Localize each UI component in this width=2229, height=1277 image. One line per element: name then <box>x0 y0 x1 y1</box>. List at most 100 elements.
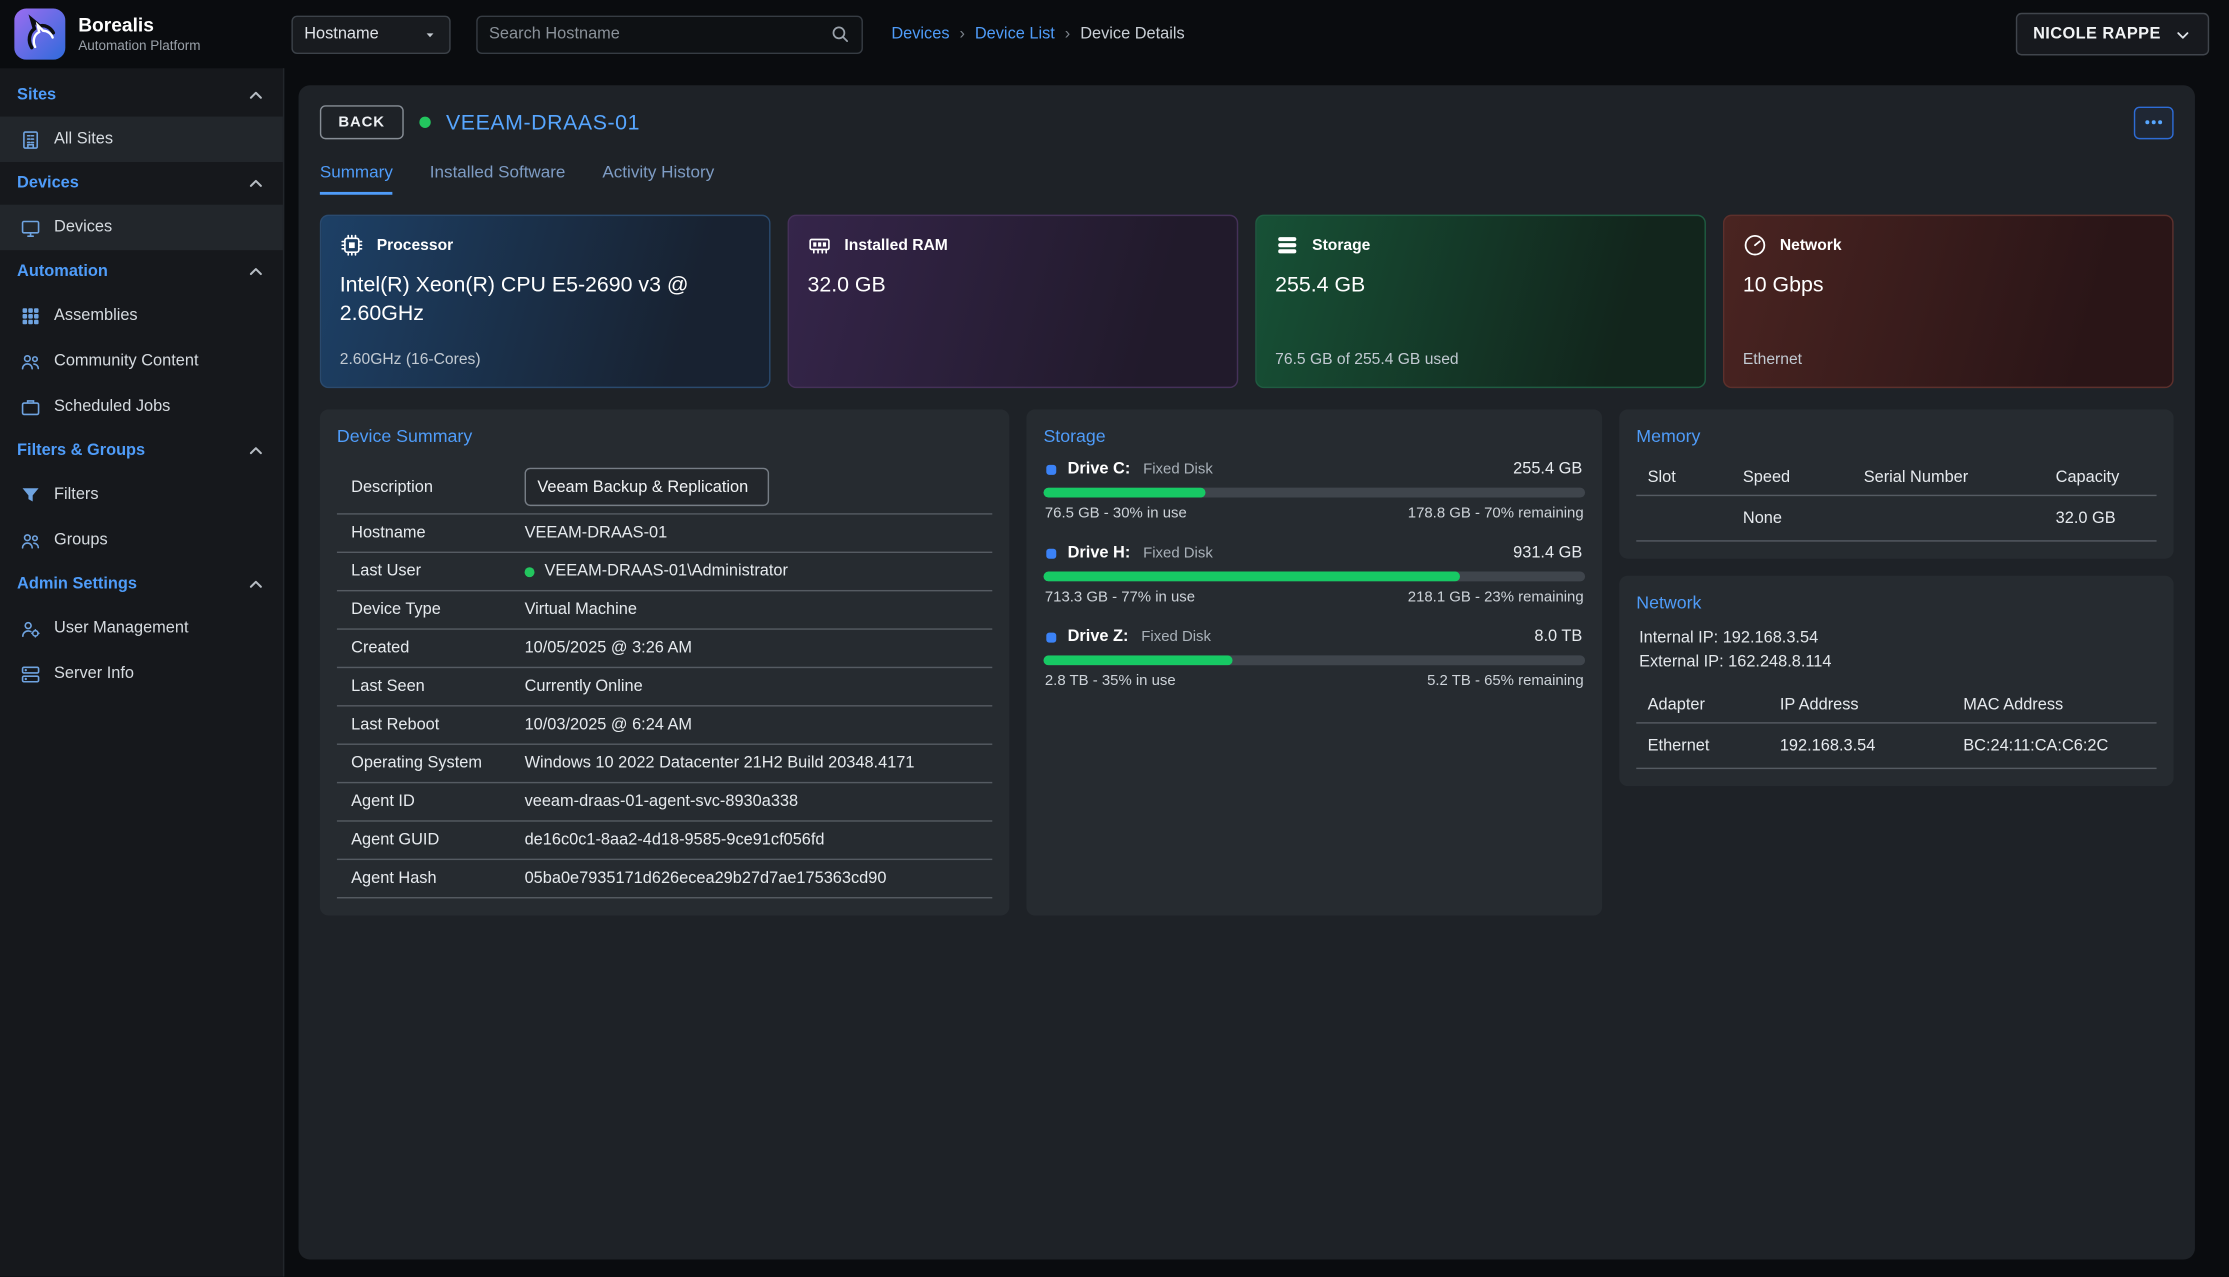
row-label: Hostname <box>351 525 524 542</box>
server-icon <box>20 663 41 684</box>
sidebar-item-server-info[interactable]: Server Info <box>0 651 283 696</box>
user-menu-button[interactable]: NICOLE RAPPE <box>2016 13 2209 56</box>
user-gear-icon <box>20 618 41 639</box>
sidebar-section-admin-settings[interactable]: Admin Settings <box>0 563 283 606</box>
storage-card: Storage 255.4 GB 76.5 GB of 255.4 GB use… <box>1255 215 1706 388</box>
breadcrumb-devices[interactable]: Devices <box>891 26 949 43</box>
sidebar-item-label: Filters <box>54 486 99 503</box>
grid-icon <box>20 305 41 326</box>
card-head: Network <box>1743 233 2154 257</box>
sidebar-item-label: Groups <box>54 532 108 549</box>
drive-stats: 713.3 GB - 77% in use 218.1 GB - 23% rem… <box>1043 589 1585 606</box>
device-summary-panel: Device Summary Description Hostname VEEA… <box>320 409 1009 915</box>
people-icon <box>20 530 41 551</box>
body-layout: Sites All Sites Devices Devices Automati… <box>0 68 2229 1276</box>
funnel-icon <box>20 484 41 505</box>
caret-down-icon <box>422 26 438 42</box>
online-status-dot <box>419 117 430 128</box>
row-value: 10/03/2025 @ 6:24 AM <box>525 716 693 734</box>
memory-table-row: None 32.0 GB <box>1636 496 2156 541</box>
row-value: Virtual Machine <box>525 601 637 619</box>
sidebar-item-label: Assemblies <box>54 307 138 324</box>
search-input[interactable] <box>489 26 822 43</box>
search-field-dropdown[interactable]: Hostname <box>291 15 450 53</box>
summary-row: Device Type Virtual Machine <box>337 591 992 629</box>
cell-mac: BC:24:11:CA:C6:2C <box>1963 738 2145 755</box>
drive-used-label: 2.8 TB - 35% in use <box>1045 672 1176 689</box>
brand: Borealis Automation Platform <box>0 9 284 60</box>
drive-type: Fixed Disk <box>1143 461 1213 478</box>
row-label: Agent GUID <box>351 832 524 849</box>
card-value: 10 Gbps <box>1743 272 2154 301</box>
summary-row: Last User VEEAM-DRAAS-01\Administrator <box>337 553 992 591</box>
stat-cards: Processor Intel(R) Xeon(R) CPU E5-2690 v… <box>320 215 2174 388</box>
storage-panel: Storage Drive C: Fixed Disk 255.4 GB 76.… <box>1026 409 1602 915</box>
tab-installed-software[interactable]: Installed Software <box>430 162 566 195</box>
drive-remaining-label: 5.2 TB - 65% remaining <box>1427 672 1584 689</box>
sidebar-item-devices[interactable]: Devices <box>0 205 283 250</box>
chevron-up-icon <box>246 262 266 282</box>
sidebar-section-filters-groups[interactable]: Filters & Groups <box>0 429 283 472</box>
sidebar-section-devices[interactable]: Devices <box>0 162 283 205</box>
sidebar-item-label: Scheduled Jobs <box>54 398 170 415</box>
drive-head: Drive Z: Fixed Disk 8.0 TB <box>1043 628 1585 645</box>
sidebar-item-community-content[interactable]: Community Content <box>0 338 283 383</box>
sidebar-item-filters[interactable]: Filters <box>0 472 283 517</box>
column-header: Slot <box>1648 469 1743 486</box>
card-head: Installed RAM <box>807 233 1218 257</box>
row-label: Operating System <box>351 755 524 772</box>
memory-panel: Memory Slot Speed Serial Number Capacity… <box>1619 409 2173 558</box>
card-head: Processor <box>340 233 751 257</box>
card-head: Storage <box>1275 233 1686 257</box>
sidebar-item-groups[interactable]: Groups <box>0 517 283 562</box>
row-value: VEEAM-DRAAS-01 <box>525 524 668 542</box>
last-user-value: VEEAM-DRAAS-01\Administrator <box>544 563 787 580</box>
main-content: BACK VEEAM-DRAAS-01 Summary Installed So… <box>284 68 2229 1276</box>
borealis-logo-icon <box>14 9 65 60</box>
breadcrumb: Devices › Device List › Device Details <box>891 26 1184 43</box>
drive-used-label: 713.3 GB - 77% in use <box>1045 589 1195 606</box>
sidebar-item-user-management[interactable]: User Management <box>0 606 283 651</box>
sidebar-item-label: Community Content <box>54 353 198 370</box>
breadcrumb-device-list[interactable]: Device List <box>975 26 1055 43</box>
device-details-panel: BACK VEEAM-DRAAS-01 Summary Installed So… <box>299 85 2195 1259</box>
summary-row: Agent Hash 05ba0e7935171d626ecea29b27d7a… <box>337 860 992 898</box>
summary-row: Last Reboot 10/03/2025 @ 6:24 AM <box>337 707 992 745</box>
right-column: Memory Slot Speed Serial Number Capacity… <box>1619 409 2173 915</box>
sidebar-item-assemblies[interactable]: Assemblies <box>0 293 283 338</box>
sidebar: Sites All Sites Devices Devices Automati… <box>0 68 284 1276</box>
drive-size: 931.4 GB <box>1513 544 1582 561</box>
cell-capacity: 32.0 GB <box>2056 510 2146 527</box>
tab-summary[interactable]: Summary <box>320 162 393 195</box>
column-header: Adapter <box>1648 697 1780 714</box>
sidebar-section-automation[interactable]: Automation <box>0 250 283 293</box>
external-ip: External IP: 162.248.8.114 <box>1636 651 2156 675</box>
sidebar-section-sites[interactable]: Sites <box>0 74 283 117</box>
drive-usage-bar <box>1043 571 1585 581</box>
summary-row: Agent GUID de16c0c1-8aa2-4d18-9585-9ce91… <box>337 822 992 860</box>
more-actions-button[interactable] <box>2134 106 2174 139</box>
row-label: Last User <box>351 563 524 580</box>
sidebar-item-scheduled-jobs[interactable]: Scheduled Jobs <box>0 384 283 429</box>
row-label: Device Type <box>351 601 524 618</box>
tab-activity-history[interactable]: Activity History <box>602 162 714 195</box>
search-box <box>476 15 863 53</box>
row-value: 05ba0e7935171d626ecea29b27d7ae175363cd90 <box>525 869 887 887</box>
network-panel: Network Internal IP: 192.168.3.54 Extern… <box>1619 576 2173 787</box>
row-label: Last Seen <box>351 678 524 695</box>
memory-table-header: Slot Speed Serial Number Capacity <box>1636 461 2156 497</box>
column-header: Capacity <box>2056 469 2146 486</box>
panel-title: Device Summary <box>337 426 992 446</box>
row-value: VEEAM-DRAAS-01\Administrator <box>525 562 788 580</box>
row-label: Created <box>351 640 524 657</box>
search-icon <box>830 24 850 44</box>
row-value: Windows 10 2022 Datacenter 21H2 Build 20… <box>525 754 915 772</box>
monitor-icon <box>20 217 41 238</box>
cpu-icon <box>340 233 364 257</box>
building-icon <box>20 129 41 150</box>
drive-row: Drive H: Fixed Disk 931.4 GB 713.3 GB - … <box>1043 544 1585 605</box>
description-input[interactable] <box>525 468 770 506</box>
back-button[interactable]: BACK <box>320 105 403 139</box>
sidebar-item-all-sites[interactable]: All Sites <box>0 117 283 162</box>
row-value: Currently Online <box>525 677 643 695</box>
